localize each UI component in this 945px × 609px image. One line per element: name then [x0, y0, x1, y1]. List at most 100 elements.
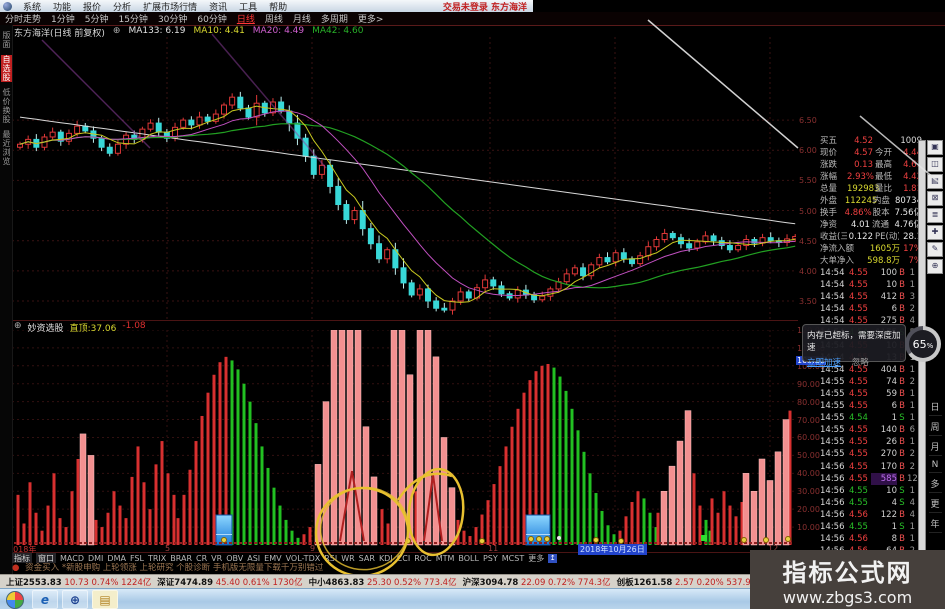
start-button-icon[interactable] [6, 590, 24, 609]
index-segment-上证[interactable]: 上证2553.83 10.73 0.74% 1224亿 [6, 576, 151, 588]
indicator-tab-指标[interactable]: 指标 [12, 553, 32, 563]
more-arrow-icon[interactable]: ↥ [548, 553, 558, 563]
indicator-tab-窗口[interactable]: 窗口 [36, 553, 56, 563]
tick-row[interactable]: 14:56 4.55 585 B 12 [820, 472, 920, 485]
menu-item-扩展市场行情[interactable]: 扩展市场行情 [143, 3, 197, 13]
ignore-link[interactable]: 忽略 [852, 358, 869, 368]
indicator-expand-icon[interactable]: ⊕ [14, 321, 22, 332]
main-candle-chart[interactable] [12, 37, 796, 321]
zoom-plus-icon[interactable]: ⊕ [927, 259, 943, 274]
indicator-tab-SAR[interactable]: SAR [359, 554, 375, 563]
layout-icon[interactable]: ▣ [927, 140, 943, 155]
period-tab-30分钟[interactable]: 30分钟 [158, 12, 187, 25]
indicator-tab-PSY[interactable]: PSY [483, 554, 498, 563]
tick-row[interactable]: 14:56 4.55 1 S 1 [820, 521, 920, 533]
tick-row[interactable]: 14:55 4.55 74 B 2 [820, 376, 920, 388]
indicator-tab-WR[interactable]: WR [341, 554, 354, 563]
menu-item-帮助[interactable]: 帮助 [269, 3, 287, 13]
period-tab-15分钟[interactable]: 15分钟 [118, 12, 147, 25]
indicator-tab-BOLL[interactable]: BOLL [458, 554, 479, 563]
indicator-tab-KDJ[interactable]: KDJ [379, 554, 393, 563]
sidebar-tab-最近浏览[interactable]: 最近浏览 [1, 130, 12, 166]
indicator-tab-DMA[interactable]: DMA [107, 554, 126, 563]
tick-flag: B [899, 376, 905, 387]
indicator-tab-更多[interactable]: 更多 [528, 553, 544, 563]
menu-item-功能[interactable]: 功能 [53, 3, 71, 13]
trading-app-icon[interactable]: ⊕ [62, 590, 88, 609]
login-state-label[interactable]: 交易未登录 东方海洋 [443, 0, 527, 13]
sidebar-tab-版面[interactable]: 版面 [1, 31, 12, 49]
indicator-tab-MCST[interactable]: MCST [502, 554, 524, 563]
period-quick-tab-日[interactable]: 日 [928, 398, 942, 416]
menu-item-分析[interactable]: 分析 [113, 3, 131, 13]
tick-row[interactable]: 14:56 4.56 122 B 4 [820, 509, 920, 521]
indicator-tab-OBV[interactable]: OBV [226, 554, 243, 563]
tick-row[interactable]: 14:56 4.56 8 B 1 [820, 533, 920, 545]
index-segment-深证[interactable]: 深证7474.89 45.40 0.61% 1730亿 [157, 576, 302, 588]
indicator-tab-TRIX[interactable]: TRIX [148, 554, 166, 563]
menu-lines-icon[interactable]: ≣ [927, 208, 943, 223]
tick-row[interactable]: 14:55 4.54 1 S 1 [820, 412, 920, 424]
period-quick-tab-年[interactable]: 年 [928, 515, 942, 533]
period-tab-分时走势[interactable]: 分时走势 [5, 12, 41, 25]
period-tab-60分钟[interactable]: 60分钟 [197, 12, 226, 25]
period-quick-tab-月[interactable]: 月 [928, 438, 942, 456]
indicator-tab-FSL[interactable]: FSL [130, 554, 144, 563]
period-quick-tab-N[interactable]: N [928, 458, 942, 473]
index-segment-中小[interactable]: 中小4863.83 25.30 0.52% 773.4亿 [309, 576, 457, 588]
split-view-icon[interactable]: ◫ [927, 157, 943, 172]
period-quick-tab-更[interactable]: 更 [928, 495, 942, 513]
period-tab-1分钟[interactable]: 1分钟 [51, 12, 75, 25]
tick-row[interactable]: 14:55 4.55 59 B 1 [820, 388, 920, 400]
tick-row[interactable]: 14:54 4.55 100 B 1 [820, 267, 920, 279]
indicator-tab-RSI[interactable]: RSI [324, 554, 337, 563]
period-tab-月线[interactable]: 月线 [293, 12, 311, 25]
tick-row[interactable]: 14:56 4.55 4 S 4 [820, 497, 920, 509]
sidebar-tab-低价换股[interactable]: 低价换股 [1, 88, 12, 124]
tick-trade-list[interactable]: 14:54 4.55 100 B 1 14:54 4.55 10 B 1 14:54 4.55 412 B… [820, 267, 920, 569]
indicator-tab-BRAR[interactable]: BRAR [170, 554, 192, 563]
list-view-icon[interactable]: ▤ [927, 174, 943, 189]
expand-icon[interactable]: ⊕ [113, 26, 121, 37]
index-segment-创板[interactable]: 创板1261.58 2.57 0.20% 537.9亿 [617, 576, 760, 588]
period-tab-周线[interactable]: 周线 [265, 12, 283, 25]
browser-icon[interactable]: e [32, 590, 58, 609]
tick-row[interactable]: 14:55 4.55 6 B 1 [820, 400, 920, 412]
menu-item-系统[interactable]: 系统 [23, 3, 41, 13]
tick-row[interactable]: 14:54 4.55 412 B 3 [820, 291, 920, 303]
menu-item-资讯[interactable]: 资讯 [209, 3, 227, 13]
sidebar-tab-自选股[interactable]: 自选股 [1, 55, 12, 82]
tick-row[interactable]: 14:55 4.55 270 B 2 [820, 448, 920, 460]
indicator-tab-MACD[interactable]: MACD [60, 554, 84, 563]
menu-item-工具[interactable]: 工具 [239, 3, 257, 13]
tick-row[interactable]: 14:56 4.55 10 S 1 [820, 485, 920, 497]
tick-row[interactable]: 14:55 4.55 140 B 6 [820, 424, 920, 436]
period-tab-5分钟[interactable]: 5分钟 [85, 12, 109, 25]
indicator-tab-EMV[interactable]: EMV [264, 554, 281, 563]
draw-icon[interactable]: ✎ [927, 242, 943, 257]
indicator-tab-DMI[interactable]: DMI [88, 554, 103, 563]
period-quick-tab-多[interactable]: 多 [928, 475, 942, 493]
indicator-tab-VR[interactable]: VR [211, 554, 222, 563]
indicator-tab-MTM[interactable]: MTM [436, 554, 455, 563]
folder-icon[interactable]: ▤ [92, 590, 118, 609]
index-segment-沪深[interactable]: 沪深3094.78 22.09 0.72% 774.3亿 [463, 576, 611, 588]
indicator-chart[interactable] [12, 330, 796, 548]
close-panel-icon[interactable]: ⊠ [927, 191, 943, 206]
indicator-tab-CCI[interactable]: CCI [397, 554, 411, 563]
indicator-tab-ASI[interactable]: ASI [247, 554, 260, 563]
indicator-tab-CR[interactable]: CR [196, 554, 207, 563]
period-tab-更多>[interactable]: 更多> [358, 12, 384, 25]
menu-item-报价[interactable]: 报价 [83, 3, 101, 13]
tick-row[interactable]: 14:56 4.55 170 B 2 [820, 461, 920, 473]
period-tab-多周期[interactable]: 多周期 [321, 12, 348, 25]
indicator-tab-ROC[interactable]: ROC [414, 554, 431, 563]
period-tab-日线[interactable]: 日线 [237, 12, 255, 25]
add-icon[interactable]: ✚ [927, 225, 943, 240]
period-quick-tab-周[interactable]: 周 [928, 418, 942, 436]
tick-row[interactable]: 14:54 4.55 6 B 2 [820, 303, 920, 315]
indicator-tab-VOL-TDX[interactable]: VOL-TDX [286, 554, 321, 563]
accelerate-link[interactable]: 立即加速 [807, 358, 841, 368]
tick-row[interactable]: 14:55 4.55 26 B 1 [820, 436, 920, 448]
tick-row[interactable]: 14:54 4.55 10B1 [820, 279, 920, 291]
